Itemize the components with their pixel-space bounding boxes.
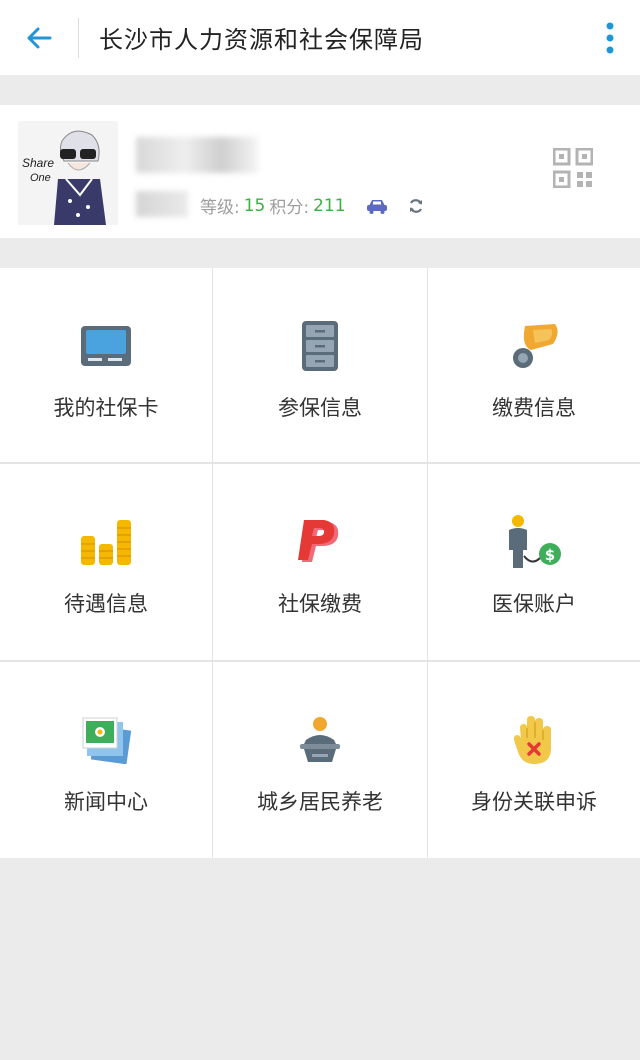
menu-item-resident-pension[interactable]: 城乡居民养老 — [213, 662, 427, 858]
menu-item-insurance-info[interactable]: 参保信息 — [213, 268, 427, 462]
menu-item-label: 新闻中心 — [64, 790, 148, 814]
menu-item-payment-info[interactable]: 缴费信息 — [428, 268, 640, 462]
p-logo-icon — [298, 520, 339, 562]
more-menu-button[interactable] — [580, 0, 640, 75]
news-photos-icon — [82, 717, 131, 764]
level-label: 等级: — [200, 198, 240, 218]
points-value: 211 — [313, 195, 346, 216]
hand-stop-icon — [513, 716, 551, 764]
more-vertical-icon — [606, 22, 614, 53]
profile-card: Share One 等级: 15 积分: 211 — [0, 105, 640, 238]
menu-item-label: 参保信息 — [278, 396, 362, 420]
menu-item-medical-account[interactable]: $ 医保账户 — [428, 464, 640, 660]
menu-item-social-card[interactable]: 我的社保卡 — [0, 268, 212, 462]
payment-hand-icon — [513, 324, 558, 368]
menu-item-label: 我的社保卡 — [53, 396, 159, 420]
user-stats: 等级: 15 积分: 211 — [200, 193, 424, 218]
menu-item-label: 身份关联申诉 — [471, 790, 597, 814]
svg-text:One: One — [30, 172, 51, 184]
page-title: 长沙市人力资源和社会保障局 — [99, 26, 424, 54]
avatar[interactable]: Share One — [18, 121, 118, 225]
refresh-icon[interactable] — [408, 198, 424, 214]
header-divider — [78, 17, 79, 58]
menu-item-label: 城乡居民养老 — [257, 790, 383, 814]
svg-text:$: $ — [545, 546, 555, 564]
svg-text:Share: Share — [22, 156, 54, 170]
menu-item-news-center[interactable]: 新闻中心 — [0, 662, 212, 858]
back-button[interactable] — [0, 0, 78, 75]
car-icon[interactable] — [366, 197, 388, 215]
menu-item-label: 缴费信息 — [492, 396, 576, 420]
cabinet-icon — [302, 321, 338, 371]
username-blurred — [136, 137, 258, 173]
menu-item-label: 医保账户 — [492, 592, 576, 616]
arrow-left-icon — [27, 27, 52, 48]
coin-stacks-icon — [81, 520, 131, 565]
qr-code-icon[interactable] — [553, 148, 593, 188]
resident-icon — [300, 717, 340, 762]
service-grid: 我的社保卡 参保信息 缴费信息 待遇信息 社保缴费 $ 医保账户 新闻中心 城乡… — [0, 268, 640, 858]
social-card-icon — [81, 326, 131, 366]
userid-blurred — [136, 191, 188, 217]
menu-item-label: 待遇信息 — [64, 592, 148, 616]
menu-item-label: 社保缴费 — [278, 592, 362, 616]
points-label: 积分: — [269, 198, 310, 218]
menu-item-benefit-info[interactable]: 待遇信息 — [0, 464, 212, 660]
level-value: 15 — [243, 195, 266, 216]
menu-item-pay-social-insurance[interactable]: 社保缴费 — [213, 464, 427, 660]
top-bar: 长沙市人力资源和社会保障局 — [0, 0, 640, 75]
menu-item-identity-appeal[interactable]: 身份关联申诉 — [428, 662, 640, 858]
person-dollar-icon: $ — [509, 515, 561, 568]
